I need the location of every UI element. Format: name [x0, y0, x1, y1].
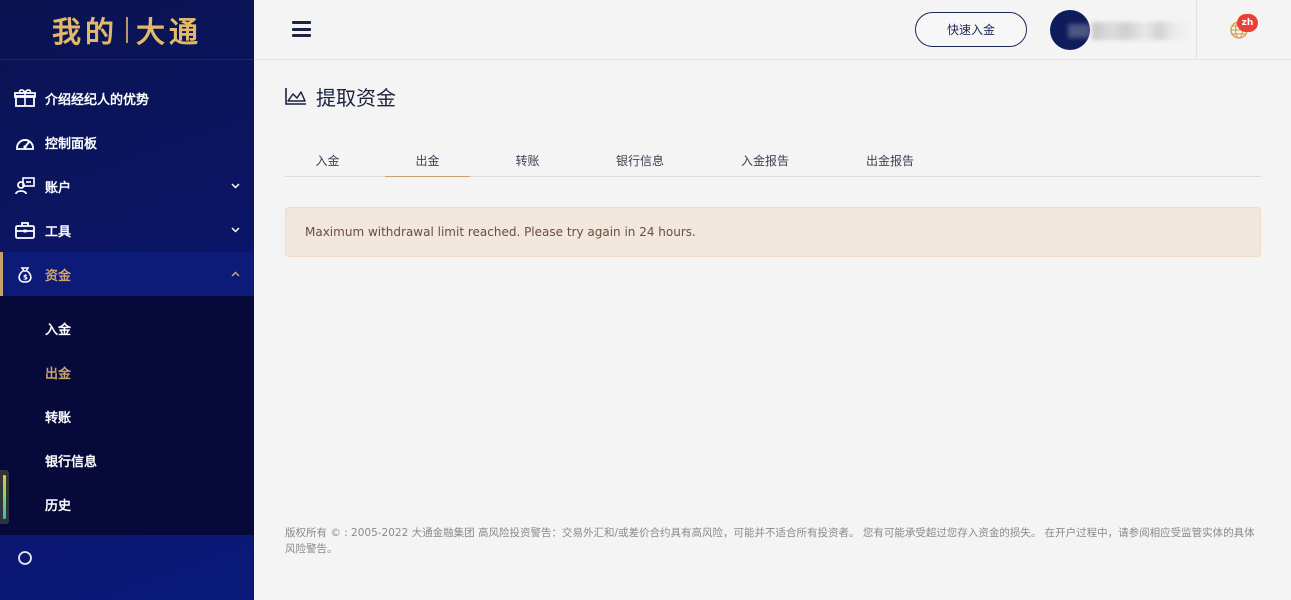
sidebar-item-account[interactable]: 账户 [0, 164, 254, 208]
page-title: 提取资金 [285, 82, 396, 111]
sidebar: 我的 大通 介绍经纪人的优势 控制面板 账户 工具 $ 资金 入金 出金 转账 … [0, 0, 254, 600]
logo-separator [126, 16, 128, 43]
sidebar-item-label: 资金 [45, 268, 72, 284]
account-icon [14, 175, 36, 197]
tab-withdraw[interactable]: 出金 [385, 144, 470, 177]
svg-text:$: $ [23, 274, 28, 282]
tab-withdrawal-report[interactable]: 出金报告 [840, 144, 940, 177]
logo[interactable]: 我的 大通 [0, 0, 254, 60]
page-title-text: 提取资金 [316, 86, 396, 110]
sidebar-item-dashboard[interactable]: 控制面板 [0, 120, 254, 164]
sidebar-item-funds[interactable]: $ 资金 [0, 252, 254, 296]
tab-transfer[interactable]: 转账 [485, 144, 570, 177]
footer-disclaimer: 版权所有 © : 2005-2022 大通金融集团 高风险投资警告：交易外汇和/… [285, 527, 1255, 555]
area-chart-icon [285, 86, 307, 108]
avatar[interactable] [1050, 10, 1090, 50]
withdrawal-limit-alert: Maximum withdrawal limit reached. Please… [285, 207, 1261, 257]
tab-deposit[interactable]: 入金 [285, 144, 370, 177]
main-content: 提取资金 入金 出金 转账 银行信息 入金报告 出金报告 Maximum wit… [254, 60, 1291, 600]
sidebar-item-label: 账户 [45, 180, 72, 196]
tab-bar: 入金 出金 转账 银行信息 入金报告 出金报告 [285, 144, 1261, 177]
sidebar-subitem-transfer[interactable]: 转账 [0, 394, 254, 438]
logo-text: 我的 大通 [52, 9, 202, 51]
language-badge[interactable]: zh [1237, 14, 1258, 32]
username-redacted[interactable] [1092, 22, 1188, 40]
header-divider [1196, 0, 1197, 60]
sidebar-subitem-withdraw[interactable]: 出金 [0, 350, 254, 394]
sidebar-item-partial[interactable] [0, 536, 254, 580]
settings-icon [14, 547, 36, 569]
money-bag-icon: $ [14, 263, 36, 285]
chevron-up-icon [230, 269, 240, 279]
sidebar-subnav-funds: 入金 出金 转账 银行信息 历史 [0, 296, 254, 535]
sidebar-subitem-deposit[interactable]: 入金 [0, 306, 254, 350]
briefcase-icon [14, 219, 36, 241]
quick-deposit-button[interactable]: 快速入金 [915, 12, 1027, 47]
sidebar-item-tools[interactable]: 工具 [0, 208, 254, 252]
sidebar-item-ib-benefits[interactable]: 介绍经纪人的优势 [0, 76, 254, 120]
tab-deposit-report[interactable]: 入金报告 [715, 144, 815, 177]
dashboard-icon [14, 131, 36, 153]
sidebar-nav: 介绍经纪人的优势 控制面板 账户 工具 $ 资金 入金 出金 转账 银行信息 历… [0, 76, 254, 535]
sidebar-scroll-handle[interactable] [0, 470, 9, 524]
chevron-down-icon [230, 225, 240, 235]
chevron-down-icon [230, 181, 240, 191]
gift-icon [14, 87, 36, 109]
sidebar-item-label: 介绍经纪人的优势 [45, 92, 150, 108]
top-header: 快速入金 zh [254, 0, 1291, 60]
sidebar-subitem-bank-info[interactable]: 银行信息 [0, 438, 254, 482]
hamburger-menu-icon[interactable] [292, 20, 311, 38]
tab-bank-info[interactable]: 银行信息 [590, 144, 690, 177]
logo-part-2: 大通 [136, 14, 203, 49]
sidebar-item-label: 控制面板 [45, 136, 98, 152]
sidebar-subitem-history[interactable]: 历史 [0, 482, 254, 526]
sidebar-item-label: 工具 [45, 224, 72, 240]
logo-part-1: 我的 [51, 14, 118, 49]
